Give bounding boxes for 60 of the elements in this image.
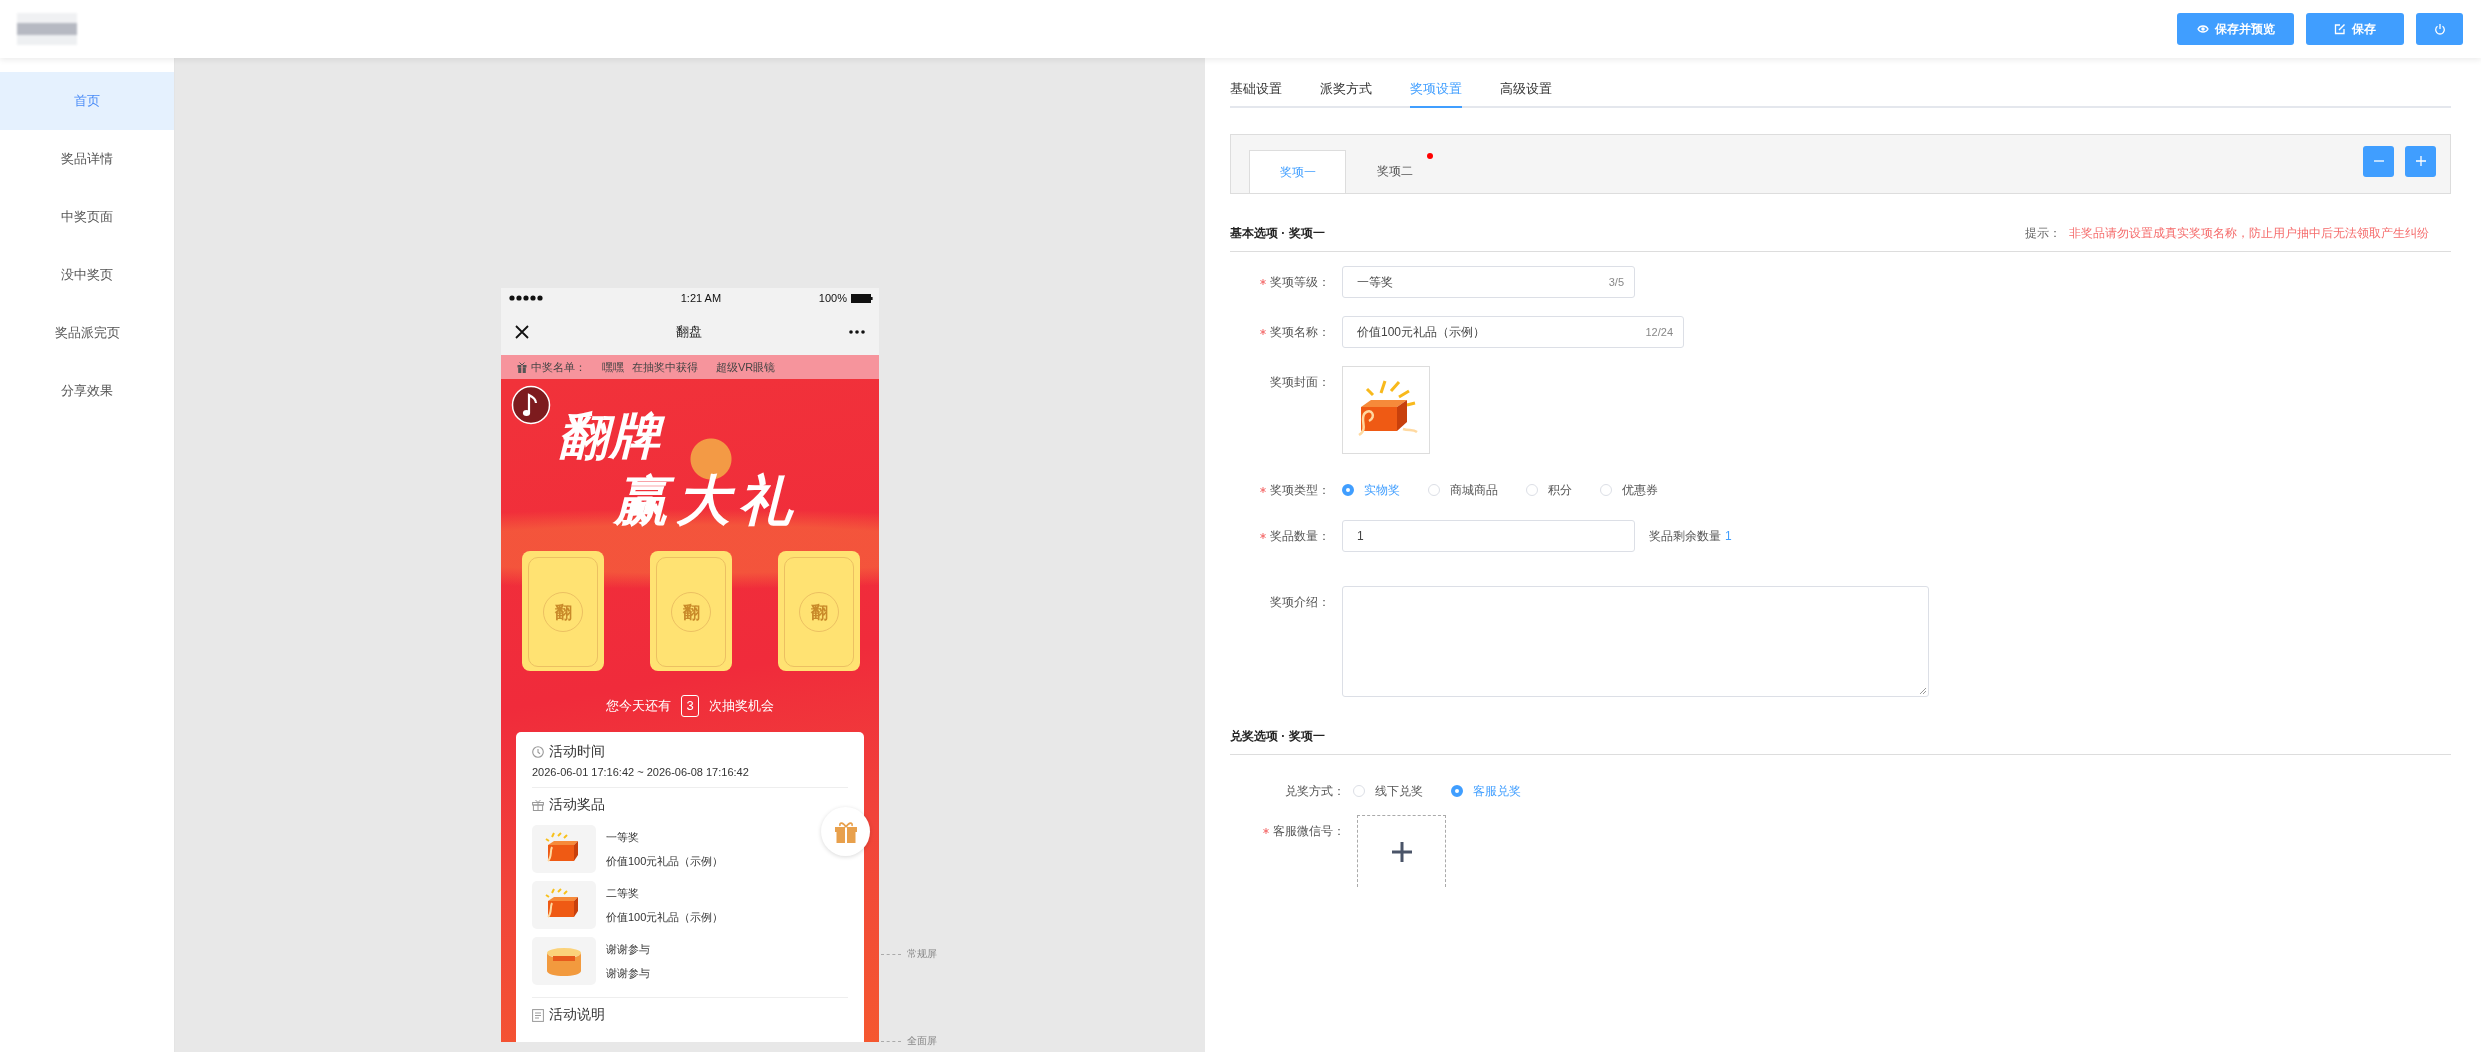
section-title: 活动说明: [549, 1006, 605, 1024]
chances-text: 次抽奖机会: [709, 697, 774, 715]
screen-guide-label: 全面屏: [907, 1034, 937, 1048]
sidebar-item[interactable]: 没中奖页: [0, 246, 174, 304]
field-label: 奖品数量：: [1270, 527, 1330, 545]
winners-label: 中奖名单：: [531, 359, 586, 375]
input-value: 价值100元礼品（示例）: [1357, 323, 1486, 341]
battery-percent: 100%: [818, 292, 847, 304]
field-label: 奖项类型：: [1270, 481, 1330, 499]
prize-level: 一等奖: [606, 829, 640, 845]
sidebar-item[interactable]: 奖品详情: [0, 130, 174, 188]
section-title: 活动奖品: [549, 796, 605, 814]
chances-count: 3: [681, 695, 699, 717]
sidebar-item[interactable]: 奖品派完页: [0, 304, 174, 362]
radio-label: 客服兑奖: [1473, 782, 1521, 800]
sidebar-item[interactable]: 中奖页面: [0, 188, 174, 246]
prize-level: 二等奖: [606, 885, 640, 901]
section-heading: 兑奖选项 · 奖项一: [1230, 727, 1325, 745]
field-label: 奖项介绍：: [1270, 593, 1330, 611]
prize-name: 谢谢参与: [606, 965, 650, 981]
radio-label: 积分: [1548, 481, 1572, 499]
radio-label: 实物奖: [1364, 481, 1400, 499]
winner-action: 在抽奖中获得: [632, 359, 698, 375]
chances-text: 您今天还有: [606, 697, 671, 715]
activity-time: 2026-06-01 17:16:42 ~ 2026-06-08 17:16:42: [532, 766, 750, 778]
page-title: 翻盘: [676, 322, 702, 341]
radio-label: 优惠券: [1622, 481, 1658, 499]
prize-tab[interactable]: 奖项二: [1346, 150, 1443, 193]
input-value: 一等奖: [1357, 273, 1393, 291]
text-input[interactable]: 价值100元礼品（示例） 12/24: [1342, 316, 1684, 348]
sidebar-item[interactable]: 分享效果: [0, 362, 174, 420]
status-time: 1:21 AM: [680, 292, 722, 304]
tip-text: 非奖品请勿设置成真实奖项名称，防止用户抽中后无法领取产生纠纷: [2069, 224, 2429, 242]
section-title: 活动时间: [549, 743, 605, 761]
remaining-count: 1: [1725, 529, 1732, 543]
text-input[interactable]: 一等奖 3/5: [1342, 266, 1635, 298]
character-counter: 3/5: [1608, 276, 1624, 288]
prize-name: 价值100元礼品（示例）: [606, 909, 724, 925]
tip-label: 提示：: [2025, 224, 2061, 242]
settings-tab[interactable]: 派奖方式: [1320, 72, 1372, 106]
field-label: 客服微信号：: [1273, 822, 1345, 840]
hero-title: 赢大礼: [614, 469, 800, 532]
quantity-input[interactable]: 1: [1342, 520, 1635, 552]
section-heading: 基本选项 · 奖项一: [1230, 224, 1325, 242]
settings-tab[interactable]: 高级设置: [1500, 72, 1552, 106]
winner-name: 嘿嘿: [602, 359, 624, 375]
field-label: 奖项名称：: [1270, 323, 1330, 341]
field-label: 奖项等级：: [1270, 273, 1330, 291]
screen-guide-label: 常规屏: [907, 947, 937, 961]
field-label: 奖项封面：: [1270, 373, 1330, 391]
settings-tab[interactable]: 基础设置: [1230, 72, 1282, 106]
character-counter: 12/24: [1645, 326, 1673, 338]
field-label: 兑奖方式：: [1285, 782, 1345, 800]
winner-prize: 超级VR眼镜: [716, 359, 776, 375]
prize-level: 谢谢参与: [606, 941, 650, 957]
prize-name: 价值100元礼品（示例）: [606, 853, 724, 869]
radio-label: 商城商品: [1450, 481, 1498, 499]
remaining-label: 奖品剩余数量: [1649, 527, 1721, 545]
input-value: 1: [1357, 529, 1364, 543]
radio-label: 线下兑奖: [1375, 782, 1423, 800]
